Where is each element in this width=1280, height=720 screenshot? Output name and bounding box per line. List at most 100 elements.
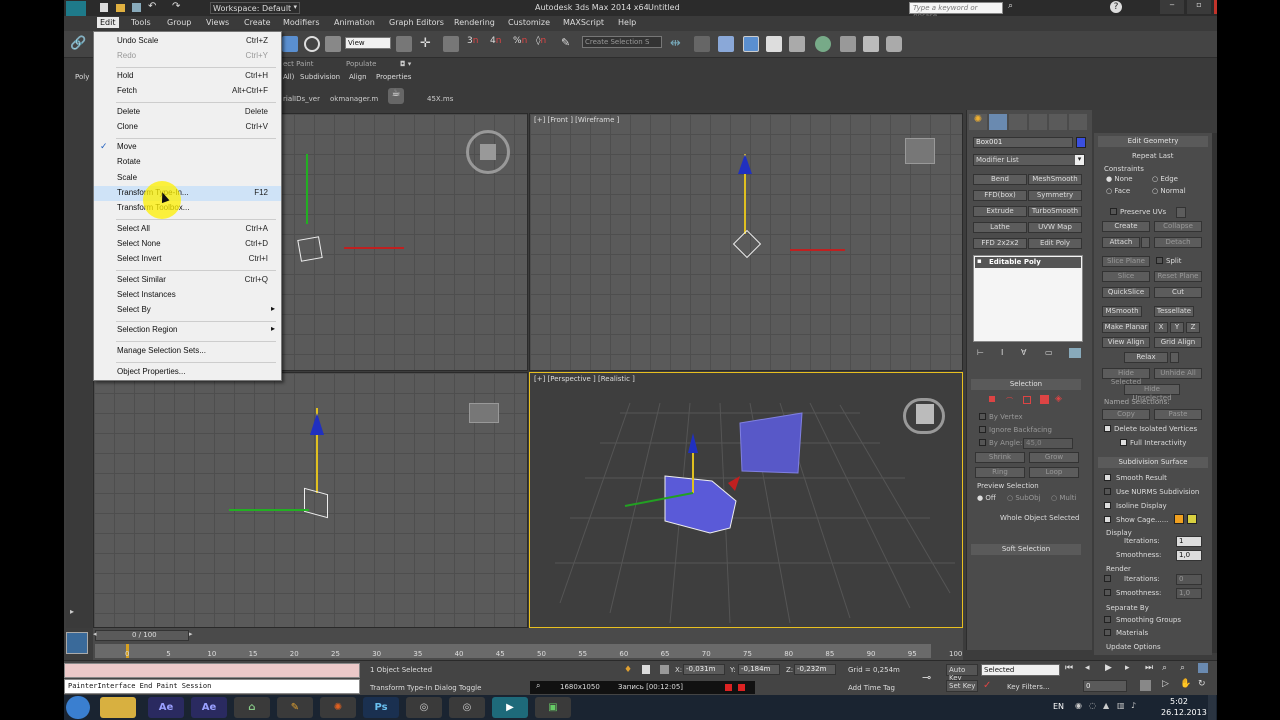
maxscript-mini-listener[interactable]: PainterInterface End Paint Session (64, 679, 360, 694)
menu-rotate[interactable]: Rotate (94, 155, 281, 170)
loop-button[interactable]: Loop (1029, 467, 1079, 478)
element-mode-icon[interactable]: ◈ (1055, 394, 1062, 404)
utilities-tab-icon[interactable] (1069, 114, 1087, 130)
menu-animation[interactable]: Animation (331, 17, 378, 28)
vertex-mode-icon[interactable] (989, 396, 995, 402)
show-desktop-button[interactable] (1208, 695, 1216, 720)
hide-unselected-button[interactable]: Hide Unselected (1124, 384, 1180, 402)
by-vertex-checkbox[interactable] (979, 413, 986, 420)
auto-key-button[interactable]: Auto Key (946, 664, 978, 682)
relax-settings-button[interactable] (1170, 352, 1179, 363)
delete-isolated-checkbox[interactable] (1104, 425, 1111, 432)
ribbon-sub-all[interactable]: All) (283, 73, 294, 81)
view-align-button[interactable]: View Align (1102, 337, 1150, 348)
planar-z-button[interactable]: Z (1186, 322, 1200, 333)
object-color-swatch[interactable] (1076, 137, 1086, 148)
menu-selection-region[interactable]: Selection Region ▸ (94, 323, 281, 338)
constraint-face-radio[interactable]: ○ Face (1106, 187, 1130, 195)
grid-align-button[interactable]: Grid Align (1154, 337, 1202, 348)
record-stop-icon[interactable] (725, 684, 732, 691)
current-frame-field[interactable]: 0 (1083, 680, 1127, 692)
lock-icon[interactable] (642, 665, 650, 674)
volume-icon[interactable]: ♪ (1131, 701, 1136, 710)
modifier-ffd222-button[interactable]: FFD 2x2x2 (973, 238, 1027, 249)
pin-stack-icon[interactable]: ⊢ (977, 348, 984, 357)
tray-icon-3[interactable]: ▲ (1103, 701, 1109, 710)
hierarchy-tab-icon[interactable] (1009, 114, 1027, 130)
modifier-ffdbox-button[interactable]: FFD(box) (973, 190, 1027, 201)
modifier-bend-button[interactable]: Bend (973, 174, 1027, 185)
menu-maxscript[interactable]: MAXScript (560, 17, 607, 28)
script-tab-3[interactable]: 45X.ms (427, 95, 453, 103)
smooth-result-checkbox[interactable] (1104, 474, 1111, 481)
modify-tab-icon[interactable] (989, 114, 1007, 130)
cut-button[interactable]: Cut (1154, 287, 1202, 298)
time-config-icon[interactable] (1140, 680, 1151, 691)
explorer-taskbar-icon[interactable] (100, 697, 136, 718)
viewcube-perspective[interactable] (903, 398, 945, 434)
material-editor-icon[interactable] (840, 36, 856, 52)
menu-rendering[interactable]: Rendering (451, 17, 498, 28)
key-icon[interactable]: ⊸ (922, 671, 931, 684)
show-cage-checkbox[interactable] (1104, 516, 1111, 523)
unhide-all-button[interactable]: Unhide All (1154, 368, 1202, 379)
fov-icon[interactable]: ▷ (1162, 679, 1169, 689)
ribbon-sub-align[interactable]: Align (349, 73, 367, 81)
constraint-normal-radio[interactable]: ○ Normal (1152, 187, 1186, 195)
perspective-viewport-label[interactable]: [+] [Perspective ] [Realistic ] (534, 375, 635, 383)
hide-selected-button[interactable]: Hide Selected (1102, 368, 1150, 386)
photoshop-taskbar-icon[interactable]: Ps (363, 697, 399, 718)
app-taskbar-icon-8[interactable]: ◎ (406, 697, 442, 718)
redo-icon[interactable]: ↷ (172, 1, 180, 12)
modifier-uvwmap-button[interactable]: UVW Map (1028, 222, 1082, 233)
tray-icon-2[interactable]: ◌ (1089, 701, 1096, 710)
app-logo-icon[interactable] (66, 1, 86, 16)
menu-group[interactable]: Group (164, 17, 194, 28)
ribbon-toggle-icon[interactable] (766, 36, 782, 52)
render-iterations-spinner[interactable]: 0 (1176, 574, 1202, 585)
time-slider[interactable]: 0 / 100 (95, 630, 189, 641)
expand-arrow-icon[interactable]: ▸ (70, 607, 74, 616)
app-taskbar-icon-5[interactable]: ✎ (277, 697, 313, 718)
stack-expand-icon[interactable]: ▪ (977, 257, 982, 265)
script-tab-1[interactable]: rialIDs_ver (283, 95, 320, 103)
orbit-icon[interactable]: ↻ (1198, 679, 1206, 689)
minimize-icon[interactable]: ‒ (1160, 0, 1184, 14)
viewport-front[interactable]: [+] [Front ] [Wireframe ] (529, 113, 963, 371)
viewcube-top[interactable] (466, 130, 510, 174)
menu-delete[interactable]: Delete Delete (94, 105, 281, 120)
menu-fetch[interactable]: Fetch Alt+Ctrl+F (94, 84, 281, 99)
msmooth-button[interactable]: MSmooth (1102, 306, 1142, 317)
teapot-icon[interactable]: ☕ (388, 88, 404, 104)
viewport-layout-icon[interactable] (66, 632, 88, 654)
layer-manager-icon[interactable] (718, 36, 734, 52)
modifier-turbosmooth-button[interactable]: TurboSmooth (1028, 206, 1082, 217)
smoothness-spinner[interactable]: 1,0 (1176, 550, 1202, 561)
previous-frame-icon[interactable]: ◂ (1085, 663, 1090, 673)
paste-button[interactable]: Paste (1154, 409, 1202, 420)
use-nurms-checkbox[interactable] (1104, 488, 1111, 495)
menu-create[interactable]: Create (241, 17, 274, 28)
app-taskbar-icon-11[interactable]: ▣ (535, 697, 571, 718)
set-key-mode-icon[interactable]: ✓ (983, 680, 991, 691)
remove-modifier-icon[interactable]: ▭ (1045, 348, 1053, 357)
select-move-icon[interactable] (282, 36, 298, 52)
front-viewport-label[interactable]: [+] [Front ] [Wireframe ] (534, 116, 619, 124)
3dsmax-taskbar-icon[interactable]: ▶ (492, 697, 528, 718)
by-angle-spinner[interactable]: 45,0 (1023, 438, 1073, 449)
aftereffects-taskbar-icon-2[interactable]: Ae (191, 697, 227, 718)
ribbon-sub-subdivision[interactable]: Subdivision (300, 73, 340, 81)
copy-button[interactable]: Copy (1102, 409, 1150, 420)
x-coord-field[interactable]: -0,031m (683, 664, 725, 675)
display-tab-icon[interactable] (1049, 114, 1067, 130)
by-angle-checkbox[interactable] (979, 439, 986, 446)
schematic-view-icon[interactable] (815, 36, 831, 52)
modifier-extrude-button[interactable]: Extrude (973, 206, 1027, 217)
ignore-backfacing-checkbox[interactable] (979, 426, 986, 433)
ribbon-tab-object-paint[interactable]: ect Paint (283, 60, 313, 68)
menu-scale[interactable]: Scale (94, 171, 281, 186)
render-smoothness-checkbox[interactable] (1104, 589, 1111, 596)
y-coord-field[interactable]: -0,184m (738, 664, 780, 675)
subdivision-surface-rollout-title[interactable]: Subdivision Surface (1098, 457, 1208, 468)
edge-mode-icon[interactable]: ⌒ (1006, 396, 1013, 406)
